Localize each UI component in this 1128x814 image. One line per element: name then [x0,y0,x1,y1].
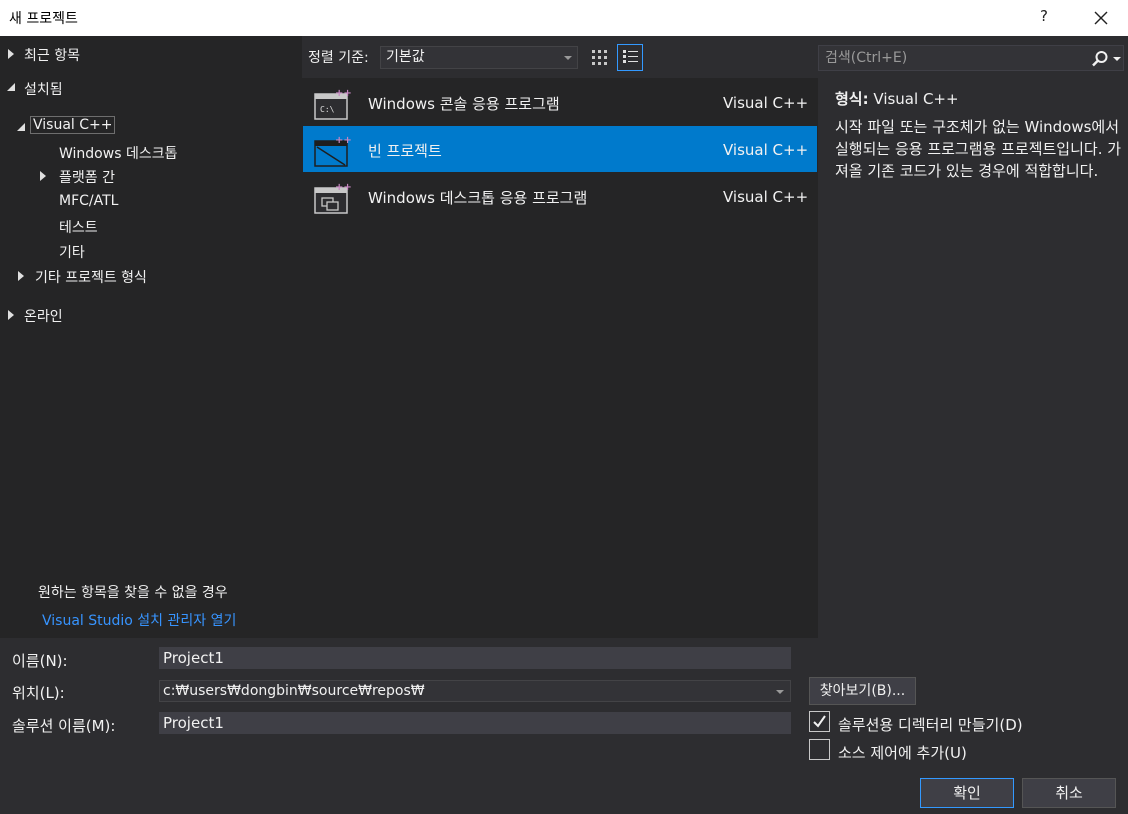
template-desktop-app[interactable]: ++ Windows 데스크톱 응용 프로그램 Visual C++ [303,173,817,219]
tree-item-test[interactable]: 테스트 [59,217,98,237]
not-found-text: 원하는 항목을 찾을 수 없을 경우 [38,585,228,601]
template-name: Windows 콘솔 응용 프로그램 [368,95,560,113]
sort-value: 기본값 [386,49,425,65]
installer-link[interactable]: Visual Studio 설치 관리자 열기 [42,610,236,630]
category-tree: 최근 항목 설치됨 Visual C++ Windows 데스크톱 플랫폼 간 … [0,36,302,638]
template-language: Visual C++ [723,141,809,159]
window-title: 새 프로젝트 [9,11,78,27]
list-view-icon [623,50,638,63]
close-icon[interactable] [1092,9,1110,27]
chevron-down-icon[interactable] [776,690,784,694]
desktop-app-icon: ++ [314,182,351,214]
type-value: Visual C++ [873,90,959,108]
create-dir-checkbox[interactable] [809,711,830,732]
tree-item-other[interactable]: 기타 [59,242,85,262]
search-icon[interactable] [1091,50,1109,68]
chevron-right-icon[interactable] [40,171,46,181]
list-view-button[interactable] [617,44,643,71]
template-name: Windows 데스크톱 응용 프로그램 [368,189,588,207]
checkmark-icon [813,715,826,728]
project-form: 이름(N): Project1 위치(L): c:₩users₩dongbin₩… [0,638,1128,814]
template-name: 빈 프로젝트 [368,142,442,160]
search-input[interactable]: 검색(Ctrl+E) [818,45,1124,71]
tree-item-label: MFC/ATL [59,193,119,209]
location-field[interactable]: c:₩users₩dongbin₩source₩repos₩ [159,680,791,702]
tree-item-mfc-atl[interactable]: MFC/ATL [59,193,118,209]
chevron-right-icon[interactable] [18,271,24,281]
name-label: 이름(N): [12,652,68,670]
tree-item-label: 기타 [59,245,85,261]
tree-item-label: 플랫폼 간 [59,170,115,186]
expanded-triangle-icon[interactable] [16,122,26,132]
template-list: C:\ ++ Windows 콘솔 응용 프로그램 Visual C++ ++ … [302,78,818,638]
svg-text:++: ++ [335,88,351,99]
name-field[interactable]: Project1 [159,647,791,669]
svg-text:C:\: C:\ [320,105,335,114]
title-bar: 새 프로젝트 ? [0,0,1128,36]
empty-project-icon: ++ [314,135,351,167]
grid-view-icon[interactable] [588,45,611,70]
template-empty-project[interactable]: ++ 빈 프로젝트 Visual C++ [303,126,817,172]
chevron-right-icon[interactable] [8,49,14,59]
chevron-down-icon [564,56,572,60]
template-console-app[interactable]: C:\ ++ Windows 콘솔 응용 프로그램 Visual C++ [303,79,817,125]
source-control-label: 소스 제어에 추가(U) [838,744,967,762]
sort-label: 정렬 기준: [308,50,369,66]
tree-item-windows-desktop[interactable]: Windows 데스크톱 [59,143,177,163]
expanded-triangle-icon[interactable] [6,82,16,92]
tree-item-label: 온라인 [24,309,63,325]
name-value: Project1 [163,649,224,667]
chevron-right-icon[interactable] [8,310,14,320]
tree-item-label: 기타 프로젝트 형식 [35,270,147,286]
browse-button[interactable]: 찾아보기(B)... [809,677,916,705]
template-language: Visual C++ [723,94,809,112]
console-app-icon: C:\ ++ [314,88,351,120]
template-language: Visual C++ [723,188,809,206]
tree-item-label: 테스트 [59,220,98,236]
svg-text:++: ++ [335,182,351,193]
location-value: c:₩users₩dongbin₩source₩repos₩ [163,683,425,699]
tree-item-label: Windows 데스크톱 [59,146,178,162]
description-text: 시작 파일 또는 구조체가 없는 Windows에서 실행되는 응용 프로그램용… [835,118,1122,180]
description-pane: 형식: Visual C++ 시작 파일 또는 구조체가 없는 Windows에… [818,78,1128,638]
tree-item-label: Visual C++ [30,116,116,134]
type-label: 형식: [835,90,869,108]
search-placeholder: 검색(Ctrl+E) [825,50,908,66]
description-type: 형식: Visual C++ [835,88,959,109]
tree-item-label: 최근 항목 [24,48,80,64]
svg-text:++: ++ [335,135,351,146]
help-button[interactable]: ? [1037,7,1051,25]
solution-label: 솔루션 이름(M): [12,717,116,735]
create-dir-label: 솔루션용 디렉터리 만들기(D) [838,716,1023,734]
chevron-down-icon[interactable] [1113,57,1121,61]
source-control-checkbox[interactable] [809,739,830,760]
location-label: 위치(L): [12,684,65,702]
solution-field[interactable]: Project1 [159,712,791,734]
cancel-button[interactable]: 취소 [1022,778,1116,808]
ok-button[interactable]: 확인 [920,778,1014,808]
tree-item-label: 설치됨 [24,82,63,98]
sort-select[interactable]: 기본값 [380,46,578,69]
solution-value: Project1 [163,714,224,732]
